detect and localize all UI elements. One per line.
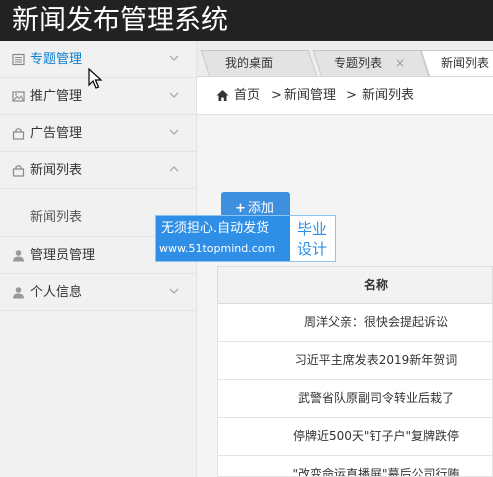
mouse-cursor-icon — [88, 68, 103, 89]
tab-label: 专题列表 — [334, 56, 383, 70]
sidebar-item-label: 新闻列表 — [30, 163, 83, 178]
sidebar-subitem-label: 新闻列表 — [30, 210, 83, 225]
table-row[interactable]: 武警省队原副司令转业后栽了 — [217, 380, 493, 418]
user-icon — [13, 287, 24, 299]
sidebar-item-profile[interactable]: 个人信息 — [0, 274, 196, 311]
table-row[interactable]: 习近平主席发表2019新年贺词 — [217, 342, 493, 380]
sidebar-item-ads[interactable]: 广告管理 — [0, 115, 196, 152]
sidebar-item-label: 个人信息 — [30, 285, 83, 300]
breadcrumb-home[interactable]: 首页 — [234, 77, 260, 114]
top-bar: 新闻发布管理系统 — [0, 0, 493, 41]
table-cell: 习近平主席发表2019新年贺词 — [294, 353, 458, 367]
table-cell: "改变命运直播屏"幕后公司行贿 — [292, 467, 460, 477]
tab-bar: 我的桌面 专题列表 × 新闻列表 — [197, 41, 493, 77]
breadcrumb-current: 新闻列表 — [362, 88, 415, 103]
tab-label: 新闻列表 — [441, 56, 490, 70]
bag-icon — [12, 165, 25, 177]
chevron-down-icon — [169, 129, 179, 135]
sidebar-item-label: 广告管理 — [30, 126, 83, 141]
table-row[interactable]: 周洋父亲：很快会提起诉讼 — [217, 304, 493, 342]
watermark-url: www.51topmind.com — [159, 242, 276, 255]
chevron-up-icon — [169, 166, 179, 172]
breadcrumb-separator: > — [271, 88, 282, 103]
table-cell: 周洋父亲：很快会提起诉讼 — [303, 315, 448, 329]
chevron-down-icon — [169, 92, 179, 98]
app-title: 新闻发布管理系统 — [12, 5, 228, 36]
table-row[interactable]: 停牌近500天"钉子户"复牌跌停 — [217, 418, 493, 456]
tab-close-icon[interactable]: × — [395, 50, 405, 76]
tab-label: 我的桌面 — [225, 56, 274, 70]
chevron-down-icon — [169, 55, 179, 61]
watermark-text: 无须担心.自动发货 — [161, 221, 270, 236]
plus-icon: + — [235, 201, 246, 216]
table-header: 名称 — [217, 266, 493, 304]
table-row[interactable]: "改变命运直播屏"幕后公司行贿 — [217, 456, 493, 477]
breadcrumb-level1[interactable]: 新闻管理 — [284, 77, 336, 114]
sidebar-item-label: 管理员管理 — [30, 248, 96, 263]
watermark-banner: 无须担心.自动发货 www.51topmind.com 毕业 设计 — [155, 215, 336, 262]
watermark-text: 设计 — [297, 240, 328, 258]
sidebar-item-news[interactable]: 新闻列表 — [0, 152, 196, 189]
column-header-name: 名称 — [363, 278, 388, 292]
breadcrumb: 首页 > 新闻管理 > 新闻列表 — [197, 77, 493, 115]
table-cell: 停牌近500天"钉子户"复牌跌停 — [293, 429, 459, 443]
breadcrumb-separator: > — [346, 88, 357, 103]
watermark-left-panel: 无须担心.自动发货 www.51topmind.com — [156, 216, 290, 261]
chevron-down-icon — [169, 288, 179, 294]
sidebar-item-label: 推广管理 — [30, 89, 83, 104]
bag-icon — [12, 128, 25, 140]
home-icon — [216, 90, 229, 101]
list-icon — [12, 53, 25, 66]
image-icon — [12, 91, 25, 102]
watermark-text: 毕业 — [297, 220, 328, 238]
table-cell: 武警省队原副司令转业后栽了 — [297, 391, 454, 405]
add-button-label: 添加 — [247, 201, 274, 216]
user-icon — [13, 250, 24, 262]
sidebar-item-label: 专题管理 — [30, 52, 83, 67]
